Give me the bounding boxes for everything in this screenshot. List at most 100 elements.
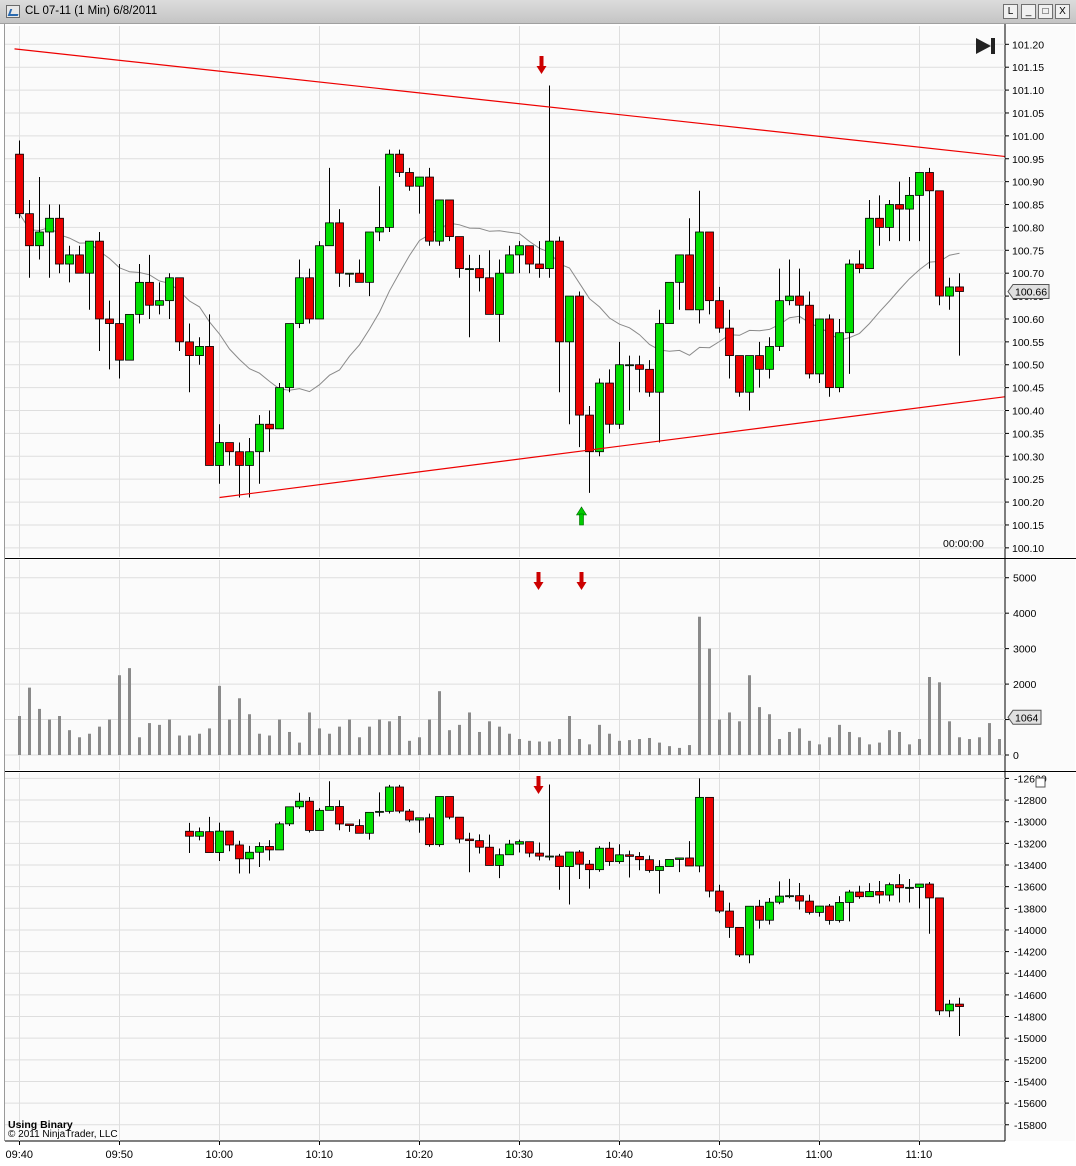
volume-bar — [888, 730, 891, 755]
chart-canvas[interactable]: 100.10 100.15 100.20 100.25 100.30 100.35 100.… — [0, 24, 1076, 1166]
cum-body — [745, 905, 754, 956]
cum-body — [425, 817, 434, 846]
maximize-button[interactable]: □ — [1038, 4, 1053, 19]
cum-candle — [305, 797, 314, 833]
volume-bar — [338, 726, 341, 755]
volume-bar — [288, 731, 291, 755]
candle-body — [85, 240, 94, 274]
volume-bar — [538, 741, 541, 755]
volume-bar — [818, 744, 821, 755]
arrow-shaft — [539, 56, 544, 67]
volume-bar — [688, 745, 691, 755]
cum-body — [905, 887, 914, 889]
close-button[interactable]: X — [1055, 4, 1070, 19]
candle-body — [255, 423, 264, 453]
time-axis: 09:40 09:50 10:00 10:10 10:20 10:30 10:40 10:50… — [6, 1141, 932, 1161]
volume-bar — [78, 737, 81, 755]
cum-body — [335, 806, 344, 825]
cum-body — [435, 796, 444, 846]
cum-body — [275, 823, 284, 851]
cum-body — [385, 786, 394, 812]
cum-candle — [745, 905, 754, 964]
candle-body — [845, 263, 854, 334]
candle-body — [155, 300, 164, 306]
panel-bg-1 — [5, 560, 1075, 770]
volume-bar — [178, 735, 181, 755]
price-tick-label: 100.55 — [1012, 337, 1044, 349]
cum-body — [525, 841, 534, 854]
cum-candle — [705, 796, 714, 898]
cum-body — [415, 817, 424, 821]
cum-body — [445, 796, 454, 818]
cum-body — [365, 811, 374, 834]
cum-tick-label: -14600 — [1014, 990, 1047, 1002]
cum-candle — [435, 796, 444, 847]
copyright: © 2011 NinjaTrader, LLC — [8, 1129, 118, 1140]
volume-bar — [778, 739, 781, 755]
volume-bar — [198, 733, 201, 755]
candle-body — [725, 327, 734, 356]
volume-bar — [958, 737, 961, 755]
cum-body — [865, 891, 874, 898]
candle-body — [925, 172, 934, 192]
app-chart-icon — [6, 5, 20, 18]
price-candle — [665, 281, 674, 324]
candle-body — [335, 222, 344, 274]
price-candle — [285, 323, 294, 393]
candle-body — [175, 277, 184, 343]
volume-bar — [788, 731, 791, 755]
candle-body — [25, 213, 34, 247]
candle-body — [425, 176, 434, 242]
cum-body — [225, 830, 234, 846]
minimize-button[interactable]: _ — [1021, 4, 1036, 19]
volume-bar — [838, 724, 841, 755]
candle-body — [895, 204, 904, 210]
volume-bar — [308, 712, 311, 755]
volume-bar — [138, 737, 141, 755]
candle-body — [365, 231, 374, 283]
volume-bar — [678, 747, 681, 755]
cum-body — [375, 810, 384, 813]
price-tick-label: 100.60 — [1012, 314, 1044, 326]
candle-body — [245, 451, 254, 466]
candle-body — [835, 332, 844, 389]
candle-body — [185, 341, 194, 356]
cum-body — [465, 838, 474, 842]
volume-bar — [188, 735, 191, 755]
candle-body — [525, 245, 534, 265]
cum-body — [675, 857, 684, 860]
candle-body — [75, 254, 84, 274]
cum-candle — [935, 897, 944, 1016]
volume-bar — [58, 716, 61, 755]
candle-body — [285, 323, 294, 389]
candle-body — [135, 281, 144, 315]
cum-tick-label: -14200 — [1014, 947, 1047, 959]
candle-body — [205, 346, 214, 466]
candle-body — [545, 240, 554, 270]
volume-bar — [88, 733, 91, 755]
volume-bar — [978, 737, 981, 755]
candle-body — [715, 300, 724, 329]
cum-body — [195, 831, 204, 837]
volume-bar — [878, 742, 881, 755]
volume-bar — [428, 719, 431, 755]
link-button[interactable]: L — [1003, 4, 1018, 19]
cum-tick-label: -15800 — [1014, 1120, 1047, 1132]
volume-bar — [388, 721, 391, 755]
volume-bar — [968, 739, 971, 755]
candle-body — [625, 364, 634, 367]
candle-body — [705, 231, 714, 302]
volume-bar — [228, 719, 231, 755]
time-tick-label: 10:20 — [406, 1149, 434, 1161]
candle-body — [115, 323, 124, 361]
candle-body — [55, 217, 64, 265]
volume-bar — [908, 744, 911, 755]
candle-body — [535, 263, 544, 270]
candle-body — [295, 277, 304, 324]
candle-body — [465, 268, 474, 271]
cum-candle — [395, 784, 404, 814]
current-volume-label: 1064 — [1015, 712, 1039, 724]
volume-bar — [518, 739, 521, 755]
candle-body — [645, 368, 654, 393]
volume-bar — [328, 733, 331, 755]
